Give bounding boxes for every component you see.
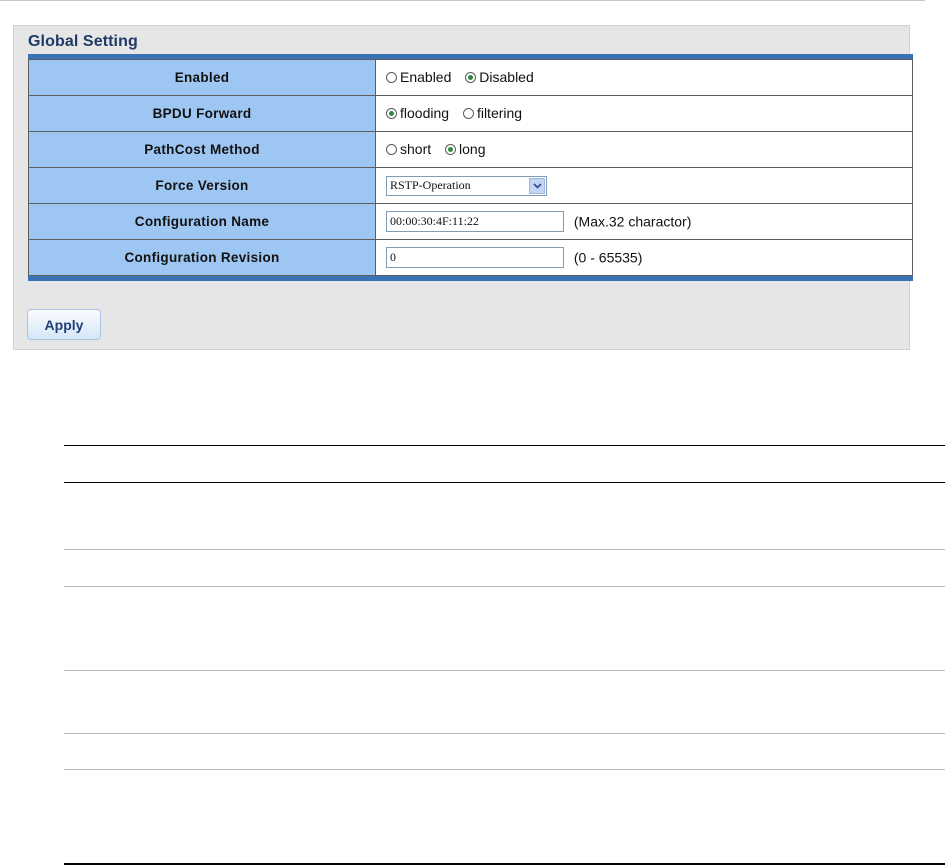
divider-line [64, 549, 945, 550]
bpdu-forward-label: BPDU Forward [28, 95, 376, 132]
global-setting-panel: Global Setting Enabled Enabled Disabled [13, 25, 913, 350]
pathcost-radio-long[interactable]: long [445, 141, 485, 157]
settings-table-wrapper: Enabled Enabled Disabled BPDU Forward fl… [28, 54, 913, 281]
divider-line [64, 863, 945, 865]
bpdu-forward-options: flooding filtering [375, 95, 913, 132]
radio-icon [462, 107, 474, 119]
divider-line [64, 586, 945, 587]
row-pathcost-method: PathCost Method short long [28, 131, 913, 168]
radio-selected-icon [465, 71, 477, 83]
row-configuration-name: Configuration Name 00:00:30:4F:11:22 (Ma… [28, 203, 913, 240]
radio-icon [386, 143, 397, 155]
configuration-name-cell: 00:00:30:4F:11:22 (Max.32 charactor) [375, 203, 913, 240]
configuration-revision-input[interactable]: 0 [386, 247, 564, 268]
pathcost-radio-short[interactable]: short [386, 141, 431, 157]
chevron-down-icon[interactable] [529, 177, 545, 194]
table-bottom-bar [28, 276, 913, 281]
divider-line [64, 769, 945, 770]
divider-line [64, 733, 945, 734]
row-enabled: Enabled Enabled Disabled [28, 59, 913, 96]
bpdu-radio-flooding[interactable]: flooding [386, 105, 449, 121]
radio-selected-icon [445, 143, 457, 155]
enabled-label: Enabled [28, 59, 376, 96]
force-version-cell: RSTP-Operation [375, 167, 913, 204]
top-divider [0, 0, 925, 1]
configuration-revision-cell: 0 (0 - 65535) [375, 239, 913, 276]
configuration-revision-hint: (0 - 65535) [573, 249, 643, 266]
radio-icon [386, 71, 397, 83]
divider-line [64, 482, 945, 483]
pathcost-method-label: PathCost Method [28, 131, 376, 168]
enabled-radio-disabled[interactable]: Disabled [465, 69, 534, 85]
configuration-revision-label: Configuration Revision [28, 239, 376, 276]
pathcost-options: short long [375, 131, 913, 168]
row-bpdu-forward: BPDU Forward flooding filtering [28, 95, 913, 132]
panel-title: Global Setting [28, 33, 138, 50]
divider-line [64, 670, 945, 671]
configuration-name-label: Configuration Name [28, 203, 376, 240]
configuration-name-input[interactable]: 00:00:30:4F:11:22 [386, 211, 564, 232]
force-version-label: Force Version [28, 167, 376, 204]
divider-line [64, 445, 945, 446]
row-configuration-revision: Configuration Revision 0 (0 - 65535) [28, 239, 913, 276]
enabled-options: Enabled Disabled [375, 59, 913, 96]
bpdu-radio-filtering[interactable]: filtering [462, 105, 522, 121]
settings-table: Enabled Enabled Disabled BPDU Forward fl… [28, 59, 913, 276]
force-version-select[interactable]: RSTP-Operation [386, 175, 547, 196]
radio-selected-icon [386, 107, 397, 119]
row-force-version: Force Version RSTP-Operation [28, 167, 913, 204]
force-version-value: RSTP-Operation [390, 178, 471, 192]
configuration-name-hint: (Max.32 charactor) [573, 213, 692, 230]
enabled-radio-enabled[interactable]: Enabled [386, 69, 451, 85]
apply-button[interactable]: Apply [27, 309, 101, 340]
